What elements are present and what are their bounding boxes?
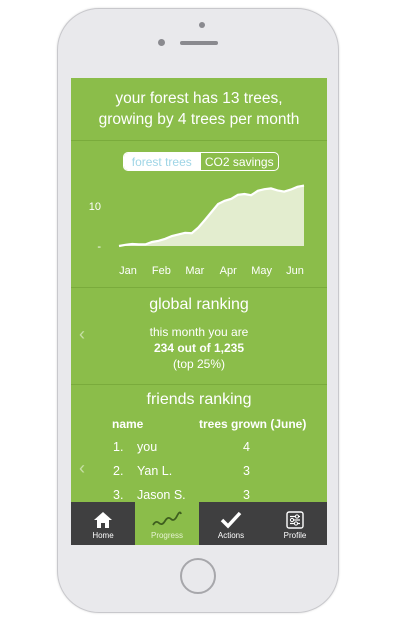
friend-name: Jason S. xyxy=(137,488,186,502)
x-tick-label: Jun xyxy=(286,265,304,277)
global-ranking-line1: this month you are xyxy=(149,325,249,339)
home-hardware-button[interactable] xyxy=(180,558,216,594)
trend-line-icon xyxy=(152,511,182,526)
x-tick-label: Mar xyxy=(185,265,204,277)
tab-profile[interactable]: Profile xyxy=(263,502,327,545)
camera-dot xyxy=(199,22,205,28)
tab-progress[interactable]: Progress xyxy=(135,502,199,545)
speaker-grille xyxy=(180,41,218,45)
global-ranking-position: 234 out of 1,235 xyxy=(153,341,245,355)
friend-trees: 3 xyxy=(243,464,250,478)
divider xyxy=(71,287,327,288)
tab-bar: Home Progress Actions Profile xyxy=(71,502,327,545)
x-tick-label: Apr xyxy=(220,265,237,277)
tab-actions[interactable]: Actions xyxy=(199,502,263,545)
x-tick-label: May xyxy=(251,265,272,277)
forest-trees-chart: 20 10 - Jan Feb Mar Apr May Jun xyxy=(89,170,305,277)
tab-progress-label: Progress xyxy=(150,531,183,540)
friend-rank: 2. xyxy=(113,464,124,478)
home-icon xyxy=(94,512,112,528)
app-screen: your forest has 13 trees, growing by 4 t… xyxy=(71,78,327,545)
sliders-icon xyxy=(286,511,304,529)
x-tick-label: Jan xyxy=(119,265,137,277)
toggle-forest-trees[interactable]: forest trees xyxy=(124,153,200,170)
friends-ranking-title: friends ranking xyxy=(146,391,252,408)
friends-ranking-prev-arrow[interactable]: ‹ xyxy=(79,458,85,479)
front-camera xyxy=(158,39,165,46)
friend-rank: 3. xyxy=(113,488,124,502)
friend-rank: 1. xyxy=(113,440,124,454)
forest-summary-line1: your forest has 13 trees, xyxy=(115,90,283,107)
series-area xyxy=(119,185,304,246)
friends-col-name: name xyxy=(112,417,144,431)
tab-profile-label: Profile xyxy=(283,531,307,540)
checkmark-icon xyxy=(220,511,242,529)
y-tick-label: - xyxy=(97,241,101,253)
friend-name: Yan L. xyxy=(137,464,173,478)
divider xyxy=(71,384,327,385)
y-tick-label: 10 xyxy=(89,201,101,213)
toggle-co2-savings[interactable]: CO2 savings xyxy=(199,153,279,170)
friends-col-trees: trees grown (June) xyxy=(199,417,307,431)
forest-summary-line2: growing by 4 trees per month xyxy=(98,111,300,128)
friend-name: you xyxy=(137,440,158,454)
chart-toggle[interactable]: forest trees CO2 savings xyxy=(123,152,279,171)
x-tick-label: Feb xyxy=(152,265,171,277)
friend-trees: 3 xyxy=(243,488,250,502)
tab-home[interactable]: Home xyxy=(71,502,135,545)
divider xyxy=(71,140,327,141)
y-tick-label: 20 xyxy=(89,170,101,173)
tab-actions-label: Actions xyxy=(217,531,245,540)
global-ranking-title: global ranking xyxy=(149,296,249,313)
friend-trees: 4 xyxy=(243,440,250,454)
tab-home-label: Home xyxy=(92,531,114,540)
global-ranking-percentile: (top 25%) xyxy=(172,357,226,371)
forest-summary: your forest has 13 trees, growing by 4 t… xyxy=(71,88,327,130)
